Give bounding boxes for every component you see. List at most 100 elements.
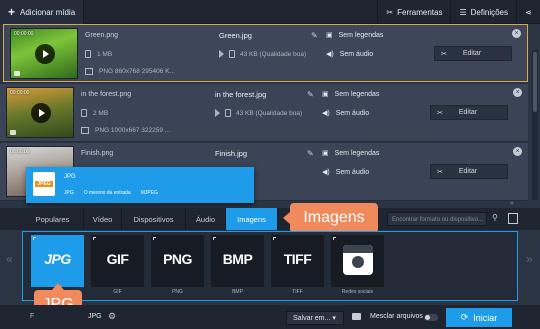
remove-file-close-icon[interactable]: × [513,147,522,156]
format-tiff[interactable]: TIFF [271,235,324,287]
tools-icon: ✂ [386,7,394,17]
camera-icon [343,245,373,275]
audio-selector[interactable]: ◀) Sem áudio [322,168,370,177]
format-bmp[interactable]: BMP [211,235,264,287]
gear-icon[interactable]: ⚙ [108,311,116,322]
subtitles-icon: ▣ [322,150,329,157]
device-detect-icon[interactable] [508,213,518,224]
save-to-dropdown[interactable]: Salvar em... ▾ [286,311,344,325]
source-size: 1 MB [85,50,112,58]
format-preset-popup[interactable]: JPEG JPG JPG O mesmo da entrada MJPEG [26,167,254,203]
speaker-icon: ◀) [322,169,330,176]
output-format-value: JPG [88,313,102,320]
collapse-panel-icon[interactable]: » [507,200,517,208]
file-list-scrollbar[interactable] [532,50,538,200]
top-toolbar: + Adicionar mídia ✂ Ferramentas ☰ Defini… [0,0,540,24]
format-search-input[interactable]: Encontrar formato ou dispositivo... [387,212,487,226]
menu-icon: ☰ [459,7,467,17]
edit-button[interactable]: ✂ Editar [434,46,512,61]
edit-button[interactable]: ✂ Editar [430,105,508,120]
format-png[interactable]: PNG [151,235,204,287]
audio-label: Sem áudio [339,50,374,58]
corner-icon [213,237,216,240]
share-button[interactable]: ⋖ [516,0,540,24]
tab-populares[interactable]: Populares [22,208,84,230]
source-format: PNG 860x768 295406 K... [85,68,175,75]
scroll-right-icon[interactable]: » [526,252,533,266]
tab-images[interactable]: Imagens [226,208,278,230]
file-icon [225,109,231,117]
search-icon[interactable]: ⚲ [492,213,498,222]
file-icon [229,50,235,58]
scissors-icon: ✂ [437,109,443,117]
output-file-name: Green.jpg [219,31,252,40]
play-icon[interactable] [35,44,55,64]
rename-pencil-icon[interactable]: ✎ [307,149,314,158]
corner-icon [153,237,156,240]
format-social-networks[interactable] [331,235,384,287]
file-row[interactable]: 00:00:00 in the forest.png 2 MB PNG 1000… [0,84,528,142]
subtitles-icon: ▣ [322,91,329,98]
remove-file-close-icon[interactable]: × [513,88,522,97]
scrollbar-thumb[interactable] [533,52,537,112]
rename-pencil-icon[interactable]: ✎ [307,90,314,99]
remove-file-close-icon[interactable]: × [512,29,521,38]
format-logo: TIFF [283,251,312,267]
audio-selector[interactable]: ◀) Sem áudio [326,50,374,59]
file-thumbnail[interactable]: 00:00:00 [6,87,74,138]
source-size-value: 2 MB [93,109,109,117]
subtitles-selector[interactable]: ▣ Sem legendas [322,149,379,158]
image-icon [81,127,89,134]
output-file-name: in the forest.jpg [215,90,267,99]
format-label: GIF [113,289,122,295]
subtitles-label: Sem legendas [334,90,380,98]
output-size: 43 KB (Qualidade boa) [215,109,302,117]
thumbnail-time: 00:00:00 [14,31,34,37]
scroll-left-icon[interactable]: « [6,252,13,266]
output-format-label: F [30,313,35,320]
format-label: PNG [172,289,183,295]
merge-files-toggle[interactable] [424,314,438,321]
tab-audio[interactable]: Áudio [186,208,226,230]
play-icon[interactable] [31,103,51,123]
arrow-right-icon [215,109,220,117]
edit-label: Editar [458,168,478,175]
camera-icon [10,130,16,135]
format-logo: JPG [44,251,71,267]
convert-icon: ⟳ [460,312,469,322]
tab-video[interactable]: Vídeo [84,208,122,230]
image-icon [85,68,93,75]
output-size: 43 KB (Qualidade boa) [219,50,306,58]
start-label: Iniciar [473,312,498,323]
start-button[interactable]: ⟳ Iniciar [446,308,512,327]
add-media-button[interactable]: + Adicionar mídia [0,0,85,24]
settings-button[interactable]: ☰ Definições [450,0,516,24]
speaker-icon: ◀) [326,51,334,58]
output-size-value: 43 KB (Qualidade boa) [236,109,303,117]
tab-devices[interactable]: Dispositivos [122,208,186,230]
rename-pencil-icon[interactable]: ✎ [311,31,318,40]
output-file-name: Finish.jpg [215,149,248,158]
format-jpg[interactable]: JPG [31,235,84,287]
settings-label: Definições [470,7,508,17]
audio-selector[interactable]: ◀) Sem áudio [322,109,369,118]
audio-label: Sem áudio [335,168,370,176]
bottom-bar: F JPG ⚙ Salvar em... ▾ Mesclar arquivos … [0,305,540,329]
subtitles-selector[interactable]: ▣ Sem legendas [326,31,383,40]
chevron-down-icon: ▾ [332,315,336,322]
format-gif[interactable]: GIF [91,235,144,287]
folder-icon[interactable] [352,313,361,320]
file-thumbnail[interactable]: 00:00:00 [10,28,78,79]
corner-icon [33,237,36,240]
subtitles-selector[interactable]: ▣ Sem legendas [322,90,380,99]
file-icon [81,109,87,117]
format-logo: PNG [163,251,192,267]
format-logo: BMP [222,251,253,267]
format-label: Redes sociais [341,289,374,295]
file-row[interactable]: 00:00:00 Green.png 1 MB PNG 860x768 2954… [3,24,528,82]
output-size-value: 43 KB (Qualidade boa) [240,50,307,58]
tools-button[interactable]: ✂ Ferramentas [377,0,450,24]
tools-label: Ferramentas [397,7,443,17]
toolbar-right-group: ✂ Ferramentas ☰ Definições ⋖ [377,0,540,24]
edit-button[interactable]: ✂ Editar [430,164,508,179]
